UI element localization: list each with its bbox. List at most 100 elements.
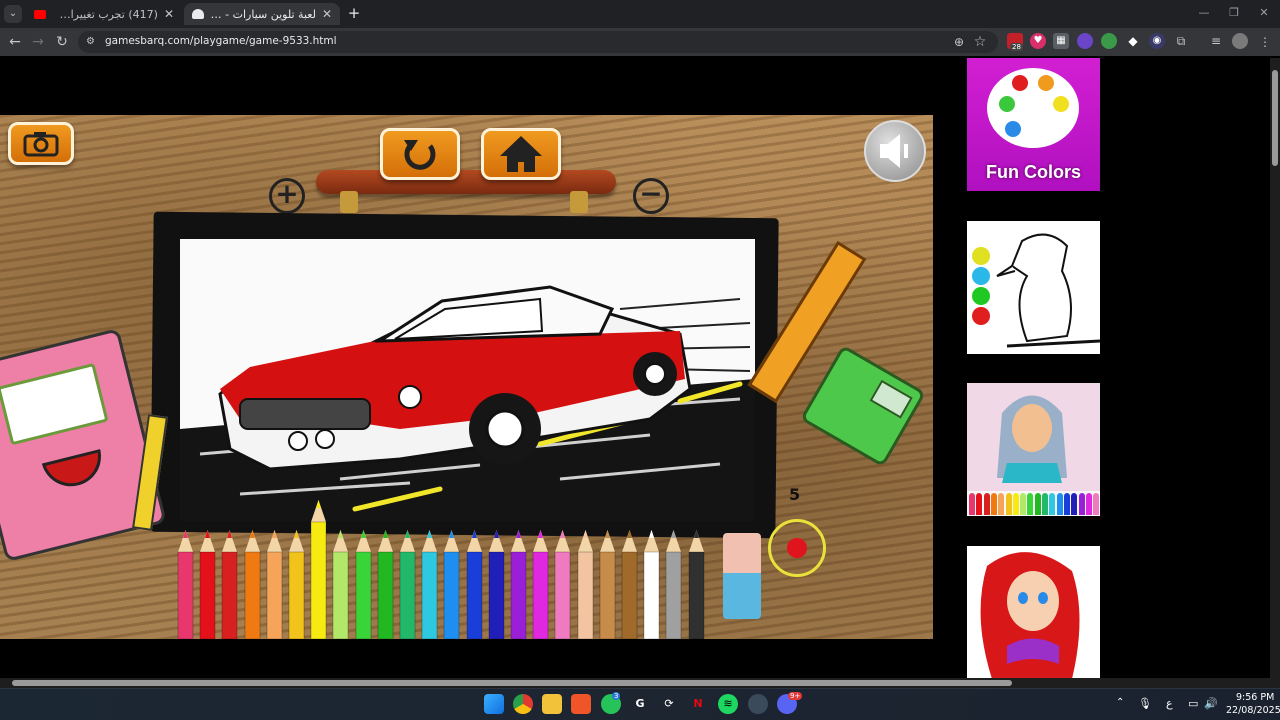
tab-game[interactable]: لعبة تلوين سيارات - العاب فلاش ✕ (184, 3, 340, 25)
color-pencil[interactable] (243, 530, 262, 639)
puzzle-icon[interactable]: ⧉ (1173, 33, 1189, 49)
brave-icon[interactable] (571, 694, 591, 714)
file-explorer-icon[interactable] (542, 694, 562, 714)
color-pencil[interactable] (198, 530, 217, 639)
color-pencil[interactable] (620, 530, 639, 639)
close-window-button[interactable]: ✕ (1250, 4, 1278, 22)
crayon (1012, 493, 1019, 515)
menu-icon[interactable]: ⋮ (1256, 33, 1274, 51)
crayon (1093, 493, 1100, 515)
tab-youtube[interactable]: (417) تجرب تغييرات أوفرواتش - يـ ✕ (26, 3, 182, 25)
reload-button[interactable]: ↻ (53, 33, 71, 51)
color-pencil[interactable] (420, 530, 439, 639)
color-pencil[interactable] (176, 530, 195, 639)
purple-extension-icon[interactable] (1077, 33, 1093, 49)
color-pencil[interactable] (598, 530, 617, 639)
color-pencil[interactable] (531, 530, 550, 639)
windows-start-icon[interactable] (484, 694, 504, 714)
crayon (1005, 493, 1012, 515)
extension-badge: 28 (1010, 43, 1023, 51)
color-pencil[interactable] (553, 530, 572, 639)
new-tab-button[interactable]: + (346, 5, 362, 21)
volume-icon[interactable]: 🔊 (1204, 697, 1218, 710)
site-info-icon[interactable]: ⚙ (86, 36, 98, 48)
color-pencil[interactable] (309, 500, 328, 639)
shield-extension-icon[interactable]: ♥ (1030, 33, 1046, 49)
microphone-icon[interactable]: 🎙 (1138, 697, 1152, 710)
color-pencil[interactable] (465, 530, 484, 639)
maximize-button[interactable]: ❐ (1220, 4, 1248, 22)
eraser-tool[interactable] (723, 533, 761, 619)
color-pencil[interactable] (642, 530, 661, 639)
game-thumb-fun-colors[interactable]: Fun Colors (967, 58, 1100, 191)
tab-search-button[interactable]: ⌄ (4, 5, 22, 23)
forward-button[interactable]: → (29, 33, 47, 51)
speaker-icon (880, 134, 908, 168)
clock-time[interactable]: 9:56 PM (1236, 692, 1274, 703)
crayon (976, 493, 983, 515)
color-pencil[interactable] (331, 530, 350, 639)
green-shield-icon[interactable] (1101, 33, 1117, 49)
eye-extension-icon[interactable]: ◉ (1149, 33, 1165, 49)
reading-list-icon[interactable]: ≡ (1208, 33, 1224, 49)
game-canvas[interactable]: + − 5 (0, 115, 933, 639)
color-pencil[interactable] (509, 530, 528, 639)
zoom-out-button[interactable]: − (633, 178, 669, 214)
crayon (998, 493, 1005, 515)
home-icon (500, 136, 542, 172)
bookmark-star-icon[interactable]: ☆ (971, 33, 989, 51)
url-text[interactable]: gamesbarq.com/playgame/game-9533.html (105, 35, 337, 47)
color-pencil[interactable] (442, 530, 461, 639)
coloring-page[interactable] (180, 239, 755, 521)
reset-button[interactable] (380, 128, 460, 180)
chevron-up-icon[interactable]: ⌃ (1116, 697, 1124, 708)
color-pencil[interactable] (398, 530, 417, 639)
network-icon[interactable]: ▭ (1188, 697, 1198, 710)
profile-avatar[interactable] (1232, 33, 1248, 49)
home-button[interactable] (481, 128, 561, 180)
shelf-bracket (570, 191, 588, 213)
language-indicator[interactable]: ع (1166, 697, 1173, 710)
clock-date[interactable]: 22/08/2025 (1226, 705, 1280, 716)
site-icon (192, 9, 204, 19)
sync-icon[interactable]: ⟳ (659, 694, 679, 714)
color-pencil[interactable] (376, 530, 395, 639)
close-icon[interactable]: ✕ (322, 7, 332, 21)
tab-title: (417) تجرب تغييرات أوفرواتش - يـ (52, 7, 158, 21)
game-thumb-mermaid[interactable] (967, 546, 1100, 679)
back-button[interactable]: ← (6, 33, 24, 51)
color-pencil[interactable] (265, 530, 284, 639)
game-thumb-princess[interactable] (967, 383, 1100, 516)
vertical-scrollbar-thumb[interactable] (1272, 70, 1278, 166)
color-pencil[interactable] (354, 530, 373, 639)
color-pencil[interactable] (287, 530, 306, 639)
spotify-icon[interactable]: ≋ (718, 694, 738, 714)
steam-icon[interactable] (748, 694, 768, 714)
color-pencil[interactable] (664, 530, 683, 639)
g-app-icon[interactable]: G (630, 694, 650, 714)
chrome-icon[interactable] (513, 694, 533, 714)
brush-size-label: 5 (789, 485, 801, 504)
color-pencil[interactable] (220, 530, 239, 639)
zoom-icon[interactable]: ⊕ (950, 33, 968, 51)
sound-button[interactable] (864, 120, 926, 182)
discord-badge: 9+ (788, 692, 803, 700)
crayon (990, 493, 997, 515)
color-pencil[interactable] (487, 530, 506, 639)
horizontal-scrollbar-thumb[interactable] (12, 680, 1012, 686)
diamond-extension-icon[interactable]: ◆ (1125, 33, 1141, 49)
close-icon[interactable]: ✕ (164, 7, 174, 21)
crayon (983, 493, 990, 515)
color-pencil[interactable] (576, 530, 595, 639)
zoom-in-button[interactable]: + (269, 178, 305, 214)
grid-extension-icon[interactable]: ▦ (1053, 33, 1069, 49)
mermaid-drawing (980, 552, 1080, 679)
minimize-button[interactable]: — (1190, 4, 1218, 22)
netflix-icon[interactable]: N (688, 694, 708, 714)
notebook-label (0, 362, 109, 446)
crayon (1085, 493, 1092, 515)
game-thumb-eagle[interactable] (967, 221, 1100, 354)
screenshot-button[interactable] (8, 122, 74, 165)
crayon (1078, 493, 1085, 515)
color-pencil[interactable] (687, 530, 706, 639)
